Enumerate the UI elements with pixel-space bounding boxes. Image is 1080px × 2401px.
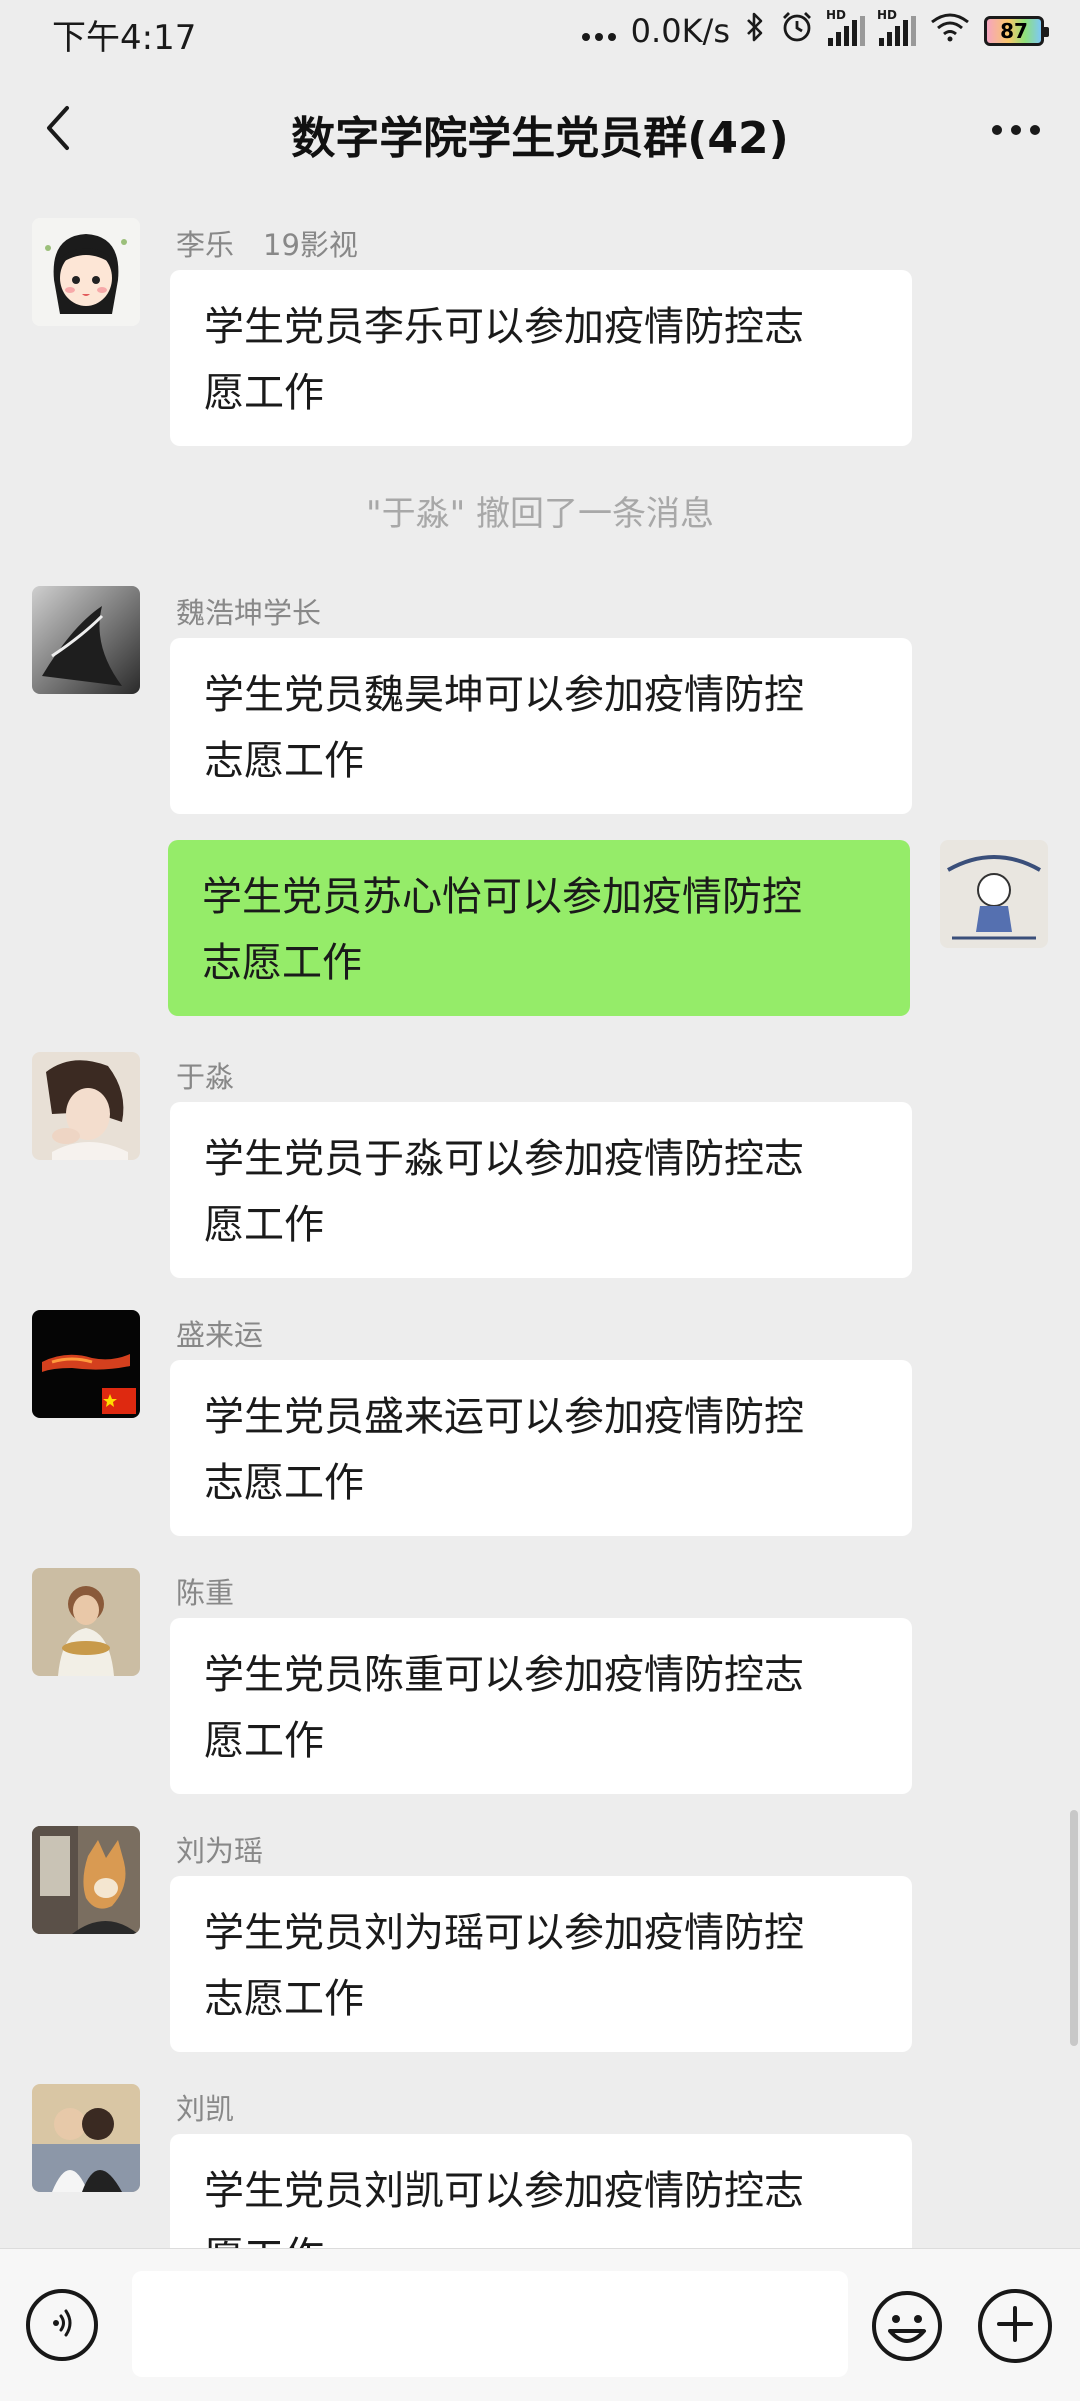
message-bubble[interactable]: 学生党员陈重可以参加疫情防控志 愿工作 bbox=[170, 1618, 912, 1794]
voice-button[interactable] bbox=[26, 2289, 98, 2361]
bluetooth-icon bbox=[744, 11, 766, 51]
status-time: 下午4:17 bbox=[52, 18, 197, 58]
avatar[interactable] bbox=[32, 218, 140, 326]
message-bubble[interactable]: 学生党员盛来运可以参加疫情防控 志愿工作 bbox=[170, 1360, 912, 1536]
sender-name: 刘凯 bbox=[176, 2092, 235, 2126]
sender-name: 于淼 bbox=[176, 1060, 235, 1094]
message-bubble[interactable]: 学生党员魏昊坤可以参加疫情防控 志愿工作 bbox=[170, 638, 912, 814]
battery-icon: 87 bbox=[984, 16, 1049, 46]
more-button[interactable] bbox=[980, 100, 1052, 160]
scrollbar[interactable] bbox=[1070, 1810, 1078, 2046]
avatar[interactable] bbox=[32, 1310, 140, 1418]
plus-button[interactable] bbox=[978, 2289, 1052, 2363]
emoji-button[interactable] bbox=[870, 2289, 944, 2363]
dots-icon bbox=[581, 12, 617, 50]
sender-name: 刘为瑶 bbox=[176, 1834, 264, 1868]
signal-icon-2: HD bbox=[877, 8, 916, 46]
status-icons: 0.0K/s HD HD 87 bbox=[581, 8, 1049, 54]
voice-icon bbox=[44, 2305, 80, 2345]
plus-icon bbox=[995, 2304, 1035, 2348]
message-bubble[interactable]: 学生党员刘为瑶可以参加疫情防控 志愿工作 bbox=[170, 1876, 912, 2052]
chat-title: 数字学院学生党员群(42) bbox=[291, 113, 789, 164]
more-dots-icon bbox=[991, 121, 1041, 140]
sender-name: 陈重 bbox=[176, 1576, 235, 1610]
wifi-icon bbox=[930, 12, 970, 50]
avatar[interactable] bbox=[32, 1052, 140, 1160]
status-bar: 下午4:17 0.0K/s HD HD 87 bbox=[0, 0, 1080, 62]
avatar[interactable] bbox=[32, 1826, 140, 1934]
avatar[interactable] bbox=[32, 1568, 140, 1676]
alarm-icon bbox=[780, 10, 814, 52]
sender-name: 魏浩坤学长 bbox=[176, 596, 322, 630]
sender-name: 李乐 19影视 bbox=[176, 228, 358, 262]
title-bar: 数字学院学生党员群(42) bbox=[0, 62, 1080, 204]
system-note: "于淼" 撤回了一条消息 bbox=[365, 494, 715, 534]
message-bubble[interactable]: 学生党员李乐可以参加疫情防控志 愿工作 bbox=[170, 270, 912, 446]
sender-name: 盛来运 bbox=[176, 1318, 264, 1352]
avatar-self[interactable] bbox=[940, 840, 1048, 948]
message-input[interactable] bbox=[132, 2271, 848, 2377]
input-bar bbox=[0, 2248, 1080, 2401]
chat-area[interactable]: 李乐 19影视 学生党员李乐可以参加疫情防控志 愿工作 "于淼" 撤回了一条消息… bbox=[0, 204, 1080, 2248]
signal-icon: HD bbox=[826, 8, 865, 46]
emoji-icon bbox=[870, 2291, 944, 2367]
message-bubble[interactable]: 学生党员于淼可以参加疫情防控志 愿工作 bbox=[170, 1102, 912, 1278]
message-bubble[interactable]: 学生党员刘凯可以参加疫情防控志 愿工作 bbox=[170, 2134, 912, 2248]
avatar[interactable] bbox=[32, 2084, 140, 2192]
message-bubble-self[interactable]: 学生党员苏心怡可以参加疫情防控 志愿工作 bbox=[168, 840, 910, 1016]
network-speed: 0.0K/s bbox=[630, 12, 730, 50]
avatar[interactable] bbox=[32, 586, 140, 694]
